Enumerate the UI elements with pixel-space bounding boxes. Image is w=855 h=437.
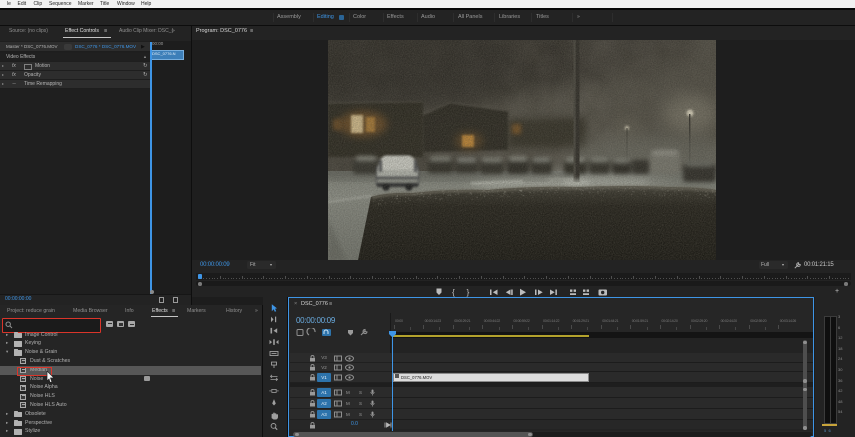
svg-text:}: }	[467, 287, 470, 297]
svg-text:{: {	[452, 287, 455, 297]
